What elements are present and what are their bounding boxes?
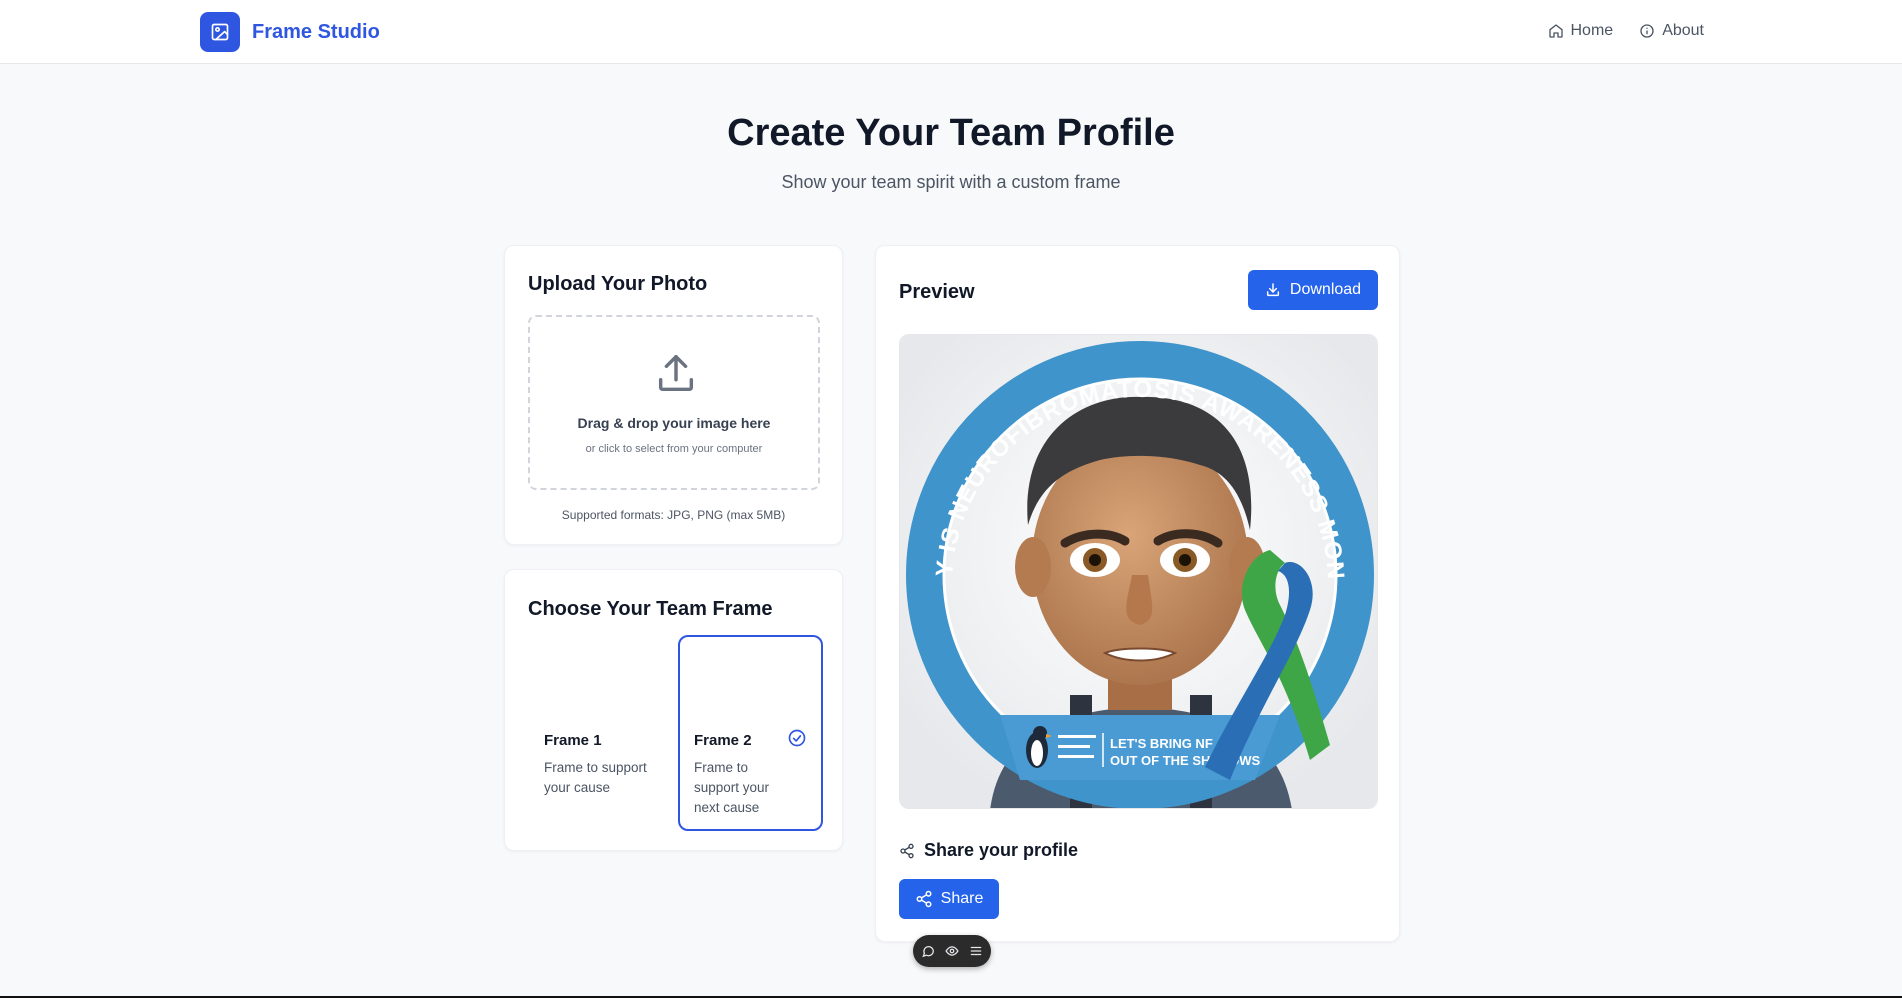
preview-card: Preview Download Y IS NEUROFIBROMATOSIS … (875, 245, 1400, 942)
info-icon (1640, 24, 1654, 38)
eye-icon[interactable] (945, 944, 959, 958)
page-subtitle: Show your team spirit with a custom fram… (781, 172, 1121, 192)
nav-home-label: Home (1570, 22, 1614, 39)
download-button[interactable]: Download (1248, 270, 1378, 310)
share-heading-label: Share your profile (924, 840, 1079, 860)
brand[interactable]: Frame Studio (200, 12, 380, 52)
framed-profile-image: MAY IS NEUROFIBROMATOSIS AWARENESS MONTH… (900, 335, 1377, 808)
home-icon (1548, 24, 1563, 38)
brand-name: Frame Studio (252, 20, 380, 43)
share-label: Share (940, 890, 984, 907)
nav-home-link[interactable]: Home (1548, 22, 1614, 40)
share-button[interactable]: Share (899, 879, 999, 919)
page-title: Create Your Team Profile (727, 112, 1175, 154)
upload-icon (658, 355, 694, 392)
dropzone-main-text: Drag & drop your image here (577, 415, 771, 431)
banner-line-1: LET'S BRING NF (1110, 736, 1213, 751)
image-dropzone[interactable]: Drag & drop your image here or click to … (528, 315, 820, 490)
profile-preview: MAY IS NEUROFIBROMATOSIS AWARENESS MONTH… (899, 334, 1378, 809)
frame-2-name: Frame 2 (694, 732, 752, 749)
preview-title: Preview (899, 281, 975, 303)
upload-title: Upload Your Photo (528, 273, 708, 295)
check-circle-icon (788, 729, 806, 747)
top-navbar: Frame Studio Home About (0, 0, 1902, 64)
download-icon (1266, 283, 1279, 297)
download-label: Download (1289, 281, 1362, 298)
frame-1-desc: Frame to support your cause (544, 760, 647, 795)
frame-option-2[interactable]: Frame 2 Frame to support your next cause (678, 635, 823, 831)
frame-2-desc: Frame to support your next cause (694, 760, 770, 815)
floating-toolbar (913, 935, 991, 967)
dropzone-sub-text: or click to select from your computer (585, 443, 763, 455)
share-icon (916, 890, 932, 908)
frame-option-1[interactable]: Frame 1 Frame to support your cause (528, 635, 673, 831)
supported-formats: Supported formats: JPG, PNG (max 5MB) (561, 508, 786, 522)
frames-title: Choose Your Team Frame (528, 598, 773, 620)
frames-card: Choose Your Team Frame Frame 1 Frame to … (504, 569, 843, 851)
comment-icon[interactable] (921, 944, 935, 958)
frame-1-name: Frame 1 (544, 732, 602, 749)
upload-card: Upload Your Photo Drag & drop your image… (504, 245, 843, 545)
share-heading: Share your profile (899, 840, 1078, 861)
nav-about-link[interactable]: About (1639, 22, 1704, 40)
image-icon (200, 12, 240, 52)
nav-about-label: About (1662, 22, 1704, 39)
share-icon (900, 843, 914, 858)
list-icon[interactable] (969, 944, 983, 958)
nav-links: Home About (1548, 22, 1704, 40)
